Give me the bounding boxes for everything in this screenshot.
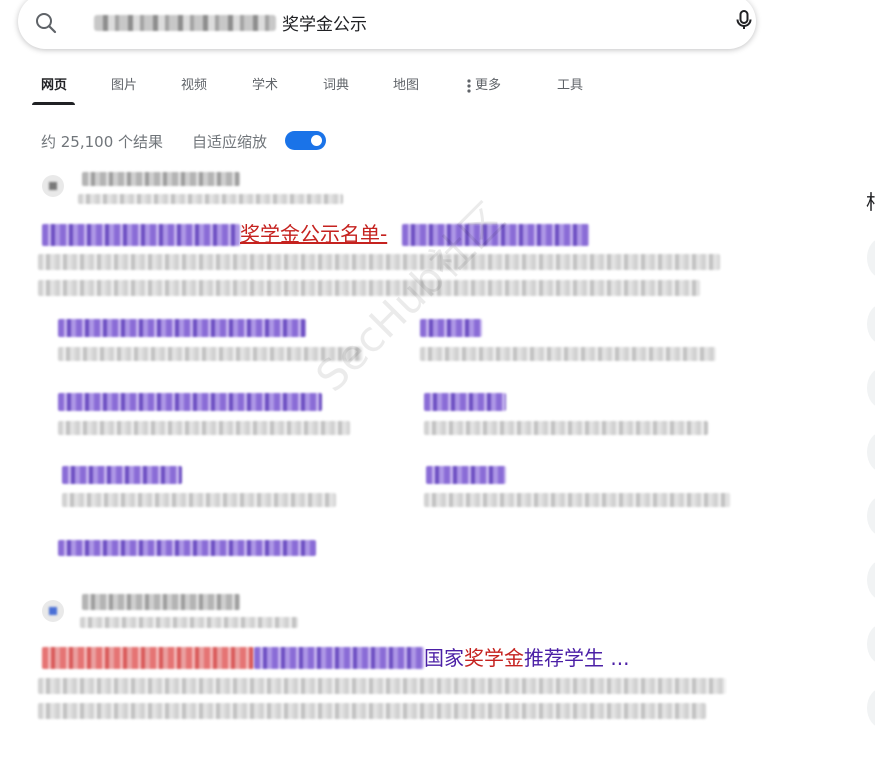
redacted-snippet-line (38, 678, 726, 694)
redacted-site-name (82, 172, 240, 186)
redacted-site-url (80, 617, 298, 628)
tab-academic[interactable]: 学术 (252, 74, 278, 93)
sitelink-title[interactable] (58, 319, 306, 337)
sitelink-title[interactable] (62, 466, 182, 484)
right-panel-heading-fragment: 相 (866, 186, 875, 215)
tab-tools[interactable]: 工具 (557, 74, 583, 93)
sitelink-title[interactable] (426, 466, 506, 484)
right-panel-item[interactable] (867, 238, 875, 278)
adaptive-zoom-toggle[interactable] (285, 131, 326, 150)
sitelink-snippet (62, 493, 336, 507)
redacted-title-prefix (42, 224, 240, 246)
site-logo-icon (49, 182, 57, 190)
tab-more-label: 更多 (475, 78, 502, 93)
right-panel-item[interactable] (867, 624, 875, 664)
redacted-site-name (82, 594, 240, 610)
title-prefix: 国家 (424, 646, 464, 670)
sitelink-snippet (58, 421, 350, 435)
search-icon[interactable] (34, 11, 58, 39)
right-panel-item[interactable] (867, 560, 875, 600)
result-favicon[interactable] (42, 600, 64, 622)
result-title-link[interactable]: 奖学金公示名单- (240, 221, 387, 247)
search-tabs: 网页 图片 视频 学术 词典 地图 更多 工具 (0, 74, 640, 106)
redacted-site-url (78, 194, 343, 204)
right-panel-item[interactable] (867, 496, 875, 536)
sitelink-title[interactable] (420, 319, 482, 337)
tab-more[interactable]: 更多 (467, 74, 501, 93)
title-suffix: 推荐学生 ... (524, 646, 630, 670)
sitelink-title[interactable] (58, 393, 322, 411)
tab-images[interactable]: 图片 (111, 74, 137, 93)
toggle-knob (311, 135, 322, 146)
adaptive-zoom-label: 自适应缩放 (192, 133, 268, 151)
search-bar[interactable]: 奖学金公示 (18, 0, 756, 49)
sitelink-snippet (420, 347, 716, 361)
sitelink-snippet (424, 493, 730, 507)
microphone-icon[interactable] (732, 8, 756, 36)
right-panel-item[interactable] (867, 368, 875, 408)
sitelink-snippet (424, 421, 708, 435)
sitelink-more-link[interactable] (58, 540, 316, 556)
site-logo-icon (49, 607, 57, 615)
tab-videos[interactable]: 视频 (181, 74, 207, 93)
result-title-link[interactable]: 国家奖学金推荐学生 ... (424, 645, 629, 671)
redacted-title-prefix (254, 647, 424, 669)
right-panel-item[interactable] (867, 304, 875, 344)
sitelink-title[interactable] (424, 393, 506, 411)
title-highlight: 奖学金 (464, 646, 524, 670)
search-input[interactable]: 奖学金公示 (282, 10, 367, 35)
right-panel-item[interactable] (867, 688, 875, 728)
active-tab-indicator (32, 102, 75, 105)
tab-maps[interactable]: 地图 (393, 74, 419, 93)
result-favicon[interactable] (42, 175, 64, 197)
redacted-title-prefix-highlighted (42, 647, 254, 669)
redacted-query-prefix (94, 15, 276, 31)
tab-web[interactable]: 网页 (41, 74, 67, 93)
right-panel-item[interactable] (867, 432, 875, 472)
redacted-snippet-line (38, 703, 706, 719)
redacted-snippet-line (38, 254, 720, 270)
tab-dictionary[interactable]: 词典 (323, 74, 349, 93)
more-vert-icon (467, 78, 471, 93)
result-count: 约 25,100 个结果 (41, 133, 164, 151)
